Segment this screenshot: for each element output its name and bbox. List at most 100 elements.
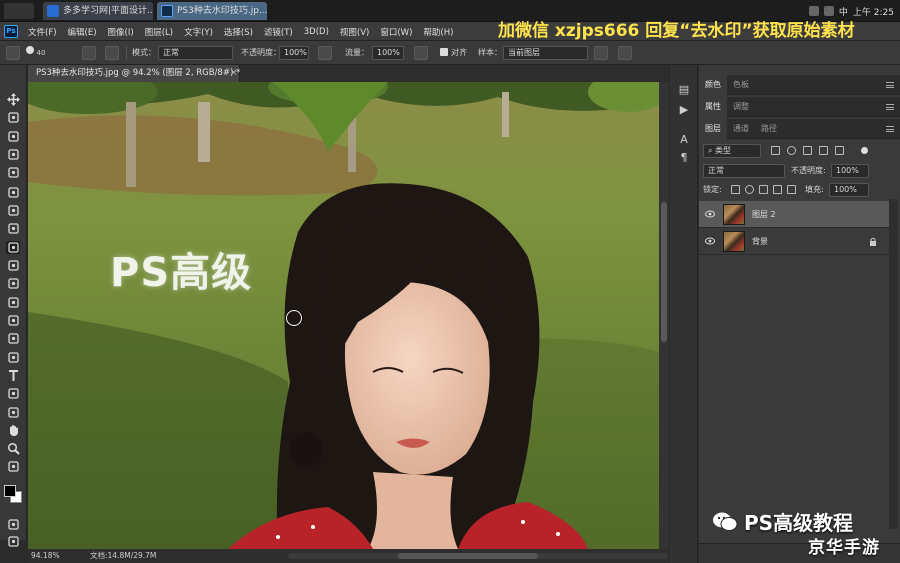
clone-stamp-tool-icon[interactable] (6, 46, 20, 60)
opacity-input[interactable]: 100% (279, 46, 309, 60)
tab-channels[interactable]: 通道 (727, 119, 755, 139)
zoom-level[interactable]: 94.18% (31, 549, 60, 563)
ignore-adjustment-layers-icon[interactable] (594, 46, 608, 60)
zoom-tool-icon[interactable] (6, 442, 20, 455)
lock-position-icon[interactable] (759, 185, 768, 194)
pressure-opacity-icon[interactable] (318, 46, 332, 60)
lock-image-icon[interactable] (745, 185, 754, 194)
scroll-thumb[interactable] (398, 553, 538, 559)
ime-indicator[interactable]: 中 (839, 5, 848, 18)
layer-row[interactable]: 背景 (699, 228, 889, 255)
menu-item[interactable]: 窗口(W) (380, 26, 412, 38)
tab-color[interactable]: 颜色 (699, 75, 727, 95)
menu-item[interactable]: 文件(F) (28, 26, 57, 38)
panel-menu-icon[interactable] (886, 82, 894, 88)
filter-adjustment-icon[interactable] (787, 146, 796, 155)
history-brush-tool-icon[interactable] (6, 259, 20, 272)
volume-icon[interactable] (823, 6, 834, 16)
lock-all-icon[interactable] (787, 185, 796, 194)
healing-brush-tool-icon[interactable] (6, 204, 20, 217)
layer-name[interactable]: 图层 2 (752, 201, 776, 228)
airbrush-icon[interactable] (414, 46, 428, 60)
horizontal-scrollbar[interactable] (288, 553, 668, 559)
menu-item[interactable]: 图层(L) (145, 26, 173, 38)
actions-play-icon[interactable]: ▶ (677, 103, 691, 117)
marquee-tool-icon[interactable] (6, 111, 20, 124)
filter-shape-icon[interactable] (819, 146, 828, 155)
eye-icon[interactable] (705, 210, 715, 218)
pen-tool-icon[interactable] (6, 351, 20, 364)
filter-pixel-icon[interactable] (771, 146, 780, 155)
document-tab[interactable]: PS3种去水印技巧.jpg @ 94.2% (图层 2, RGB/8#) * (28, 65, 240, 82)
history-icon[interactable]: ▤ (677, 83, 691, 97)
menu-bar: Ps 文件(F) 编辑(E) 图像(I) 图层(L) 文字(Y) 选择(S) 滤镜(T) 3D… (0, 22, 900, 41)
layer-opacity-input[interactable]: 100% (831, 164, 869, 178)
eye-icon[interactable] (705, 237, 715, 245)
panel-menu-icon[interactable] (886, 126, 894, 132)
quick-select-tool-icon[interactable] (6, 148, 20, 161)
gradient-tool-icon[interactable] (6, 296, 20, 309)
aligned-checkbox[interactable]: 对齐 (440, 46, 467, 60)
os-tab-photoshop[interactable]: PS3种去水印技巧.jp... (157, 2, 267, 20)
pressure-size-icon[interactable] (618, 46, 632, 60)
eraser-tool-icon[interactable] (6, 277, 20, 290)
canvas[interactable]: PS高级 (28, 82, 659, 549)
vertical-scrollbar[interactable] (659, 82, 669, 549)
more-tools-icon[interactable] (6, 460, 20, 473)
tab-swatches[interactable]: 色板 (727, 75, 755, 95)
filter-toggle-icon[interactable] (861, 147, 868, 154)
toggle-clone-source-icon[interactable] (105, 46, 119, 60)
brush-preset-picker[interactable]: 40 (26, 46, 56, 60)
paragraph-icon[interactable]: ¶ (677, 151, 691, 165)
flow-input[interactable]: 100% (372, 46, 404, 60)
menu-item[interactable]: 3D(D) (304, 27, 329, 37)
tab-paths[interactable]: 路径 (755, 119, 783, 139)
sample-select[interactable]: 当前图层 (503, 46, 588, 60)
document-size[interactable]: 文档:14.8M/29.7M (90, 549, 156, 563)
layer-name[interactable]: 背景 (752, 228, 768, 255)
clone-stamp-tool-icon[interactable] (6, 241, 20, 254)
brush-tool-icon[interactable] (6, 222, 20, 235)
menu-item[interactable]: 文字(Y) (184, 26, 213, 38)
tab-adjustments[interactable]: 调整 (727, 97, 755, 117)
quick-mask-icon[interactable] (6, 518, 20, 531)
type-tool-icon[interactable] (6, 369, 20, 382)
layer-filter-select[interactable]: ⌕ 类型 (703, 144, 761, 158)
os-start-area[interactable] (4, 3, 34, 19)
menu-item[interactable]: 滤镜(T) (264, 26, 293, 38)
menu-item[interactable]: 图像(I) (108, 26, 134, 38)
lock-transparent-icon[interactable] (731, 185, 740, 194)
crop-tool-icon[interactable] (6, 166, 20, 179)
layer-row[interactable]: 图层 2 (699, 201, 889, 228)
scroll-thumb[interactable] (661, 202, 667, 342)
foreground-color-swatch[interactable] (4, 485, 16, 497)
layers-scrollbar[interactable] (889, 199, 898, 529)
menu-item[interactable]: 编辑(E) (68, 26, 97, 38)
eyedropper-tool-icon[interactable] (6, 186, 20, 199)
hand-tool-icon[interactable] (6, 424, 20, 437)
panel-menu-icon[interactable] (886, 104, 894, 110)
filter-type-icon[interactable] (803, 146, 812, 155)
network-icon[interactable] (808, 6, 819, 16)
lock-artboard-icon[interactable] (773, 185, 782, 194)
blend-mode-select[interactable]: 正常 (703, 164, 785, 178)
dodge-tool-icon[interactable] (6, 332, 20, 345)
os-tab-browser[interactable]: 多多学习网|平面设计... (43, 2, 153, 20)
screen-mode-icon[interactable] (6, 535, 20, 548)
mode-select[interactable]: 正常 (158, 46, 233, 60)
lasso-tool-icon[interactable] (6, 130, 20, 143)
move-tool-icon[interactable] (6, 93, 20, 106)
filter-smart-object-icon[interactable] (835, 146, 844, 155)
path-select-tool-icon[interactable] (6, 387, 20, 400)
close-document-icon[interactable]: × (230, 65, 238, 82)
blur-tool-icon[interactable] (6, 314, 20, 327)
toggle-brush-panel-icon[interactable] (82, 46, 96, 60)
tab-properties[interactable]: 属性 (699, 97, 727, 117)
menu-item[interactable]: 帮助(H) (423, 26, 453, 38)
tab-layers[interactable]: 图层 (699, 119, 727, 139)
menu-item[interactable]: 选择(S) (224, 26, 253, 38)
character-icon[interactable]: A (677, 133, 691, 147)
fill-input[interactable]: 100% (829, 183, 869, 197)
menu-item[interactable]: 视图(V) (340, 26, 369, 38)
shape-tool-icon[interactable] (6, 406, 20, 419)
